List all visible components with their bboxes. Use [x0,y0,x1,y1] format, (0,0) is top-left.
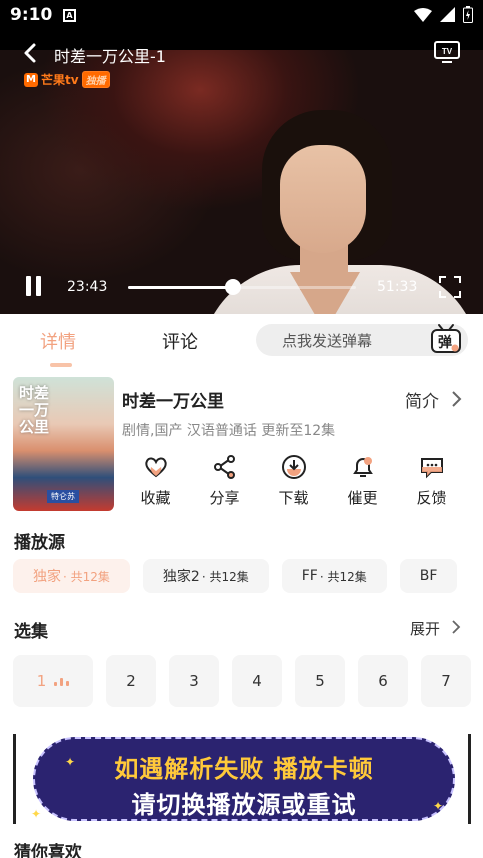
player-topbar: 时差一万公里-1 TV [0,38,483,68]
episodes-title: 选集 [14,622,48,642]
download-button[interactable]: 下载 [259,454,328,510]
source-episodes: · 共12集 [201,569,249,584]
poster-sponsor-tag: 特仑苏 [47,490,79,503]
remind-update-button[interactable]: 催更 [328,454,397,510]
episode-item-5[interactable]: 5 [295,655,345,707]
danmu-placeholder: 点我发送弹幕 [282,332,373,350]
show-meta: 剧情,国产 汉语普通话 更新至12集 [122,423,336,439]
feedback-icon [420,458,443,479]
recommend-title: 猜你喜欢 [14,843,82,858]
episode-number: 7 [441,672,451,690]
wifi-icon [414,7,432,22]
source-name: BF [419,568,438,584]
source-item-2[interactable]: 独家2 · 共12集 [142,559,269,593]
svg-text:弹: 弹 [438,334,452,351]
source-name: 独家2 [162,569,200,585]
current-time: 23:43 [67,279,108,295]
pause-icon [26,276,31,296]
player-controls: 23:43 51:33 [0,270,483,304]
video-player[interactable]: 9:10 A 时差一万公里-1 TV M 芒果tv 独播 23:43 51:33 [0,0,483,314]
video-title: 时差一万公里-1 [54,47,166,66]
detail-content: 时差一万公里 特仑苏 时差一万公里 简介 剧情,国产 汉语普通话 更新至12集 … [0,368,483,858]
source-item-3[interactable]: FF · 共12集 [281,559,387,593]
share-icon [213,455,235,479]
exclusive-tag: 独播 [81,71,110,88]
back-arrow-icon[interactable] [18,40,44,66]
episode-item-3[interactable]: 3 [169,655,219,707]
status-time: 9:10 [10,5,53,25]
episode-item-1[interactable]: 1 [13,655,93,707]
battery-icon [463,6,473,23]
episode-number: 1 [36,672,47,690]
now-playing-icon [54,676,70,686]
pause-button[interactable] [24,276,44,298]
episode-number: 5 [315,672,325,690]
mango-logo-icon: M [24,72,38,87]
heart-icon [144,457,167,478]
feedback-button[interactable]: 反馈 [397,454,466,510]
active-tab-indicator [50,363,72,367]
detail-tabs: 详情 评论 点我发送弹幕 弹 [0,314,483,368]
download-icon [281,455,306,479]
tv-cast-icon[interactable]: TV [433,40,461,64]
intro-link[interactable]: 简介 [405,387,439,412]
sources-title: 播放源 [14,533,65,553]
share-button[interactable]: 分享 [190,454,259,510]
episode-item-2[interactable]: 2 [106,655,156,707]
chevron-right-icon[interactable] [450,390,462,408]
poster-title: 时差一万公里 [19,384,50,436]
feedback-label: 反馈 [416,489,447,507]
danmu-toggle-icon[interactable]: 弹 [430,322,462,356]
source-episodes: · 共12集 [63,569,110,584]
banner-line-2: 请切换播放源或重试 [131,791,357,819]
episode-number: 2 [126,672,136,690]
share-label: 分享 [209,489,240,507]
source-episodes: · 共12集 [319,569,367,584]
progress-bar[interactable] [128,279,356,295]
source-list: 独家 · 共12集 独家2 · 共12集 FF · 共12集 BF [13,559,483,593]
episode-item-7[interactable]: 7 [421,655,471,707]
chevron-right-icon[interactable] [451,619,461,635]
episode-number: 3 [189,672,199,690]
show-poster[interactable]: 时差一万公里 特仑苏 [13,377,114,511]
episode-number: 6 [378,672,388,690]
download-label: 下载 [278,489,309,507]
source-name: FF [301,568,318,584]
mango-tv-logo: M 芒果tv 独播 [24,71,110,88]
tab-comments[interactable]: 评论 [162,328,198,354]
show-title: 时差一万公里 [122,392,224,412]
fullscreen-icon[interactable] [438,275,462,299]
episode-item-6[interactable]: 6 [358,655,408,707]
video-detail-screen: 9:10 A 时差一万公里-1 TV M 芒果tv 独播 23:43 51:33… [0,0,483,858]
source-item-1[interactable]: 独家 · 共12集 [13,559,130,593]
episode-item-4[interactable]: 4 [232,655,282,707]
episode-list: 1 2 3 4 5 6 7 [13,655,483,707]
progress-fill [128,286,233,289]
source-name: 独家 [33,569,61,585]
favorite-label: 收藏 [140,489,171,507]
logo-text: 芒果tv [41,73,79,87]
status-bar: 9:10 A [0,0,483,32]
episode-number: 4 [252,672,262,690]
total-time: 51:33 [377,279,418,295]
remind-update-label: 催更 [347,489,378,507]
signal-icon [440,7,455,22]
source-item-4[interactable]: BF [399,559,458,593]
tab-details[interactable]: 详情 [40,328,76,354]
bell-icon [352,457,373,477]
expand-episodes-button[interactable]: 展开 [410,618,440,639]
favorite-button[interactable]: 收藏 [121,454,190,510]
banner-line-1: 如遇解析失败 播放卡顿 [114,755,374,783]
svg-text:TV: TV [442,47,453,56]
action-row: 收藏 分享 下载 催更 反馈 [121,454,466,510]
progress-knob[interactable] [224,279,241,295]
app-notification-icon: A [63,9,76,22]
notice-banner[interactable]: ✦ ✦ ✦ 如遇解析失败 播放卡顿 请切换播放源或重试 [13,734,471,824]
